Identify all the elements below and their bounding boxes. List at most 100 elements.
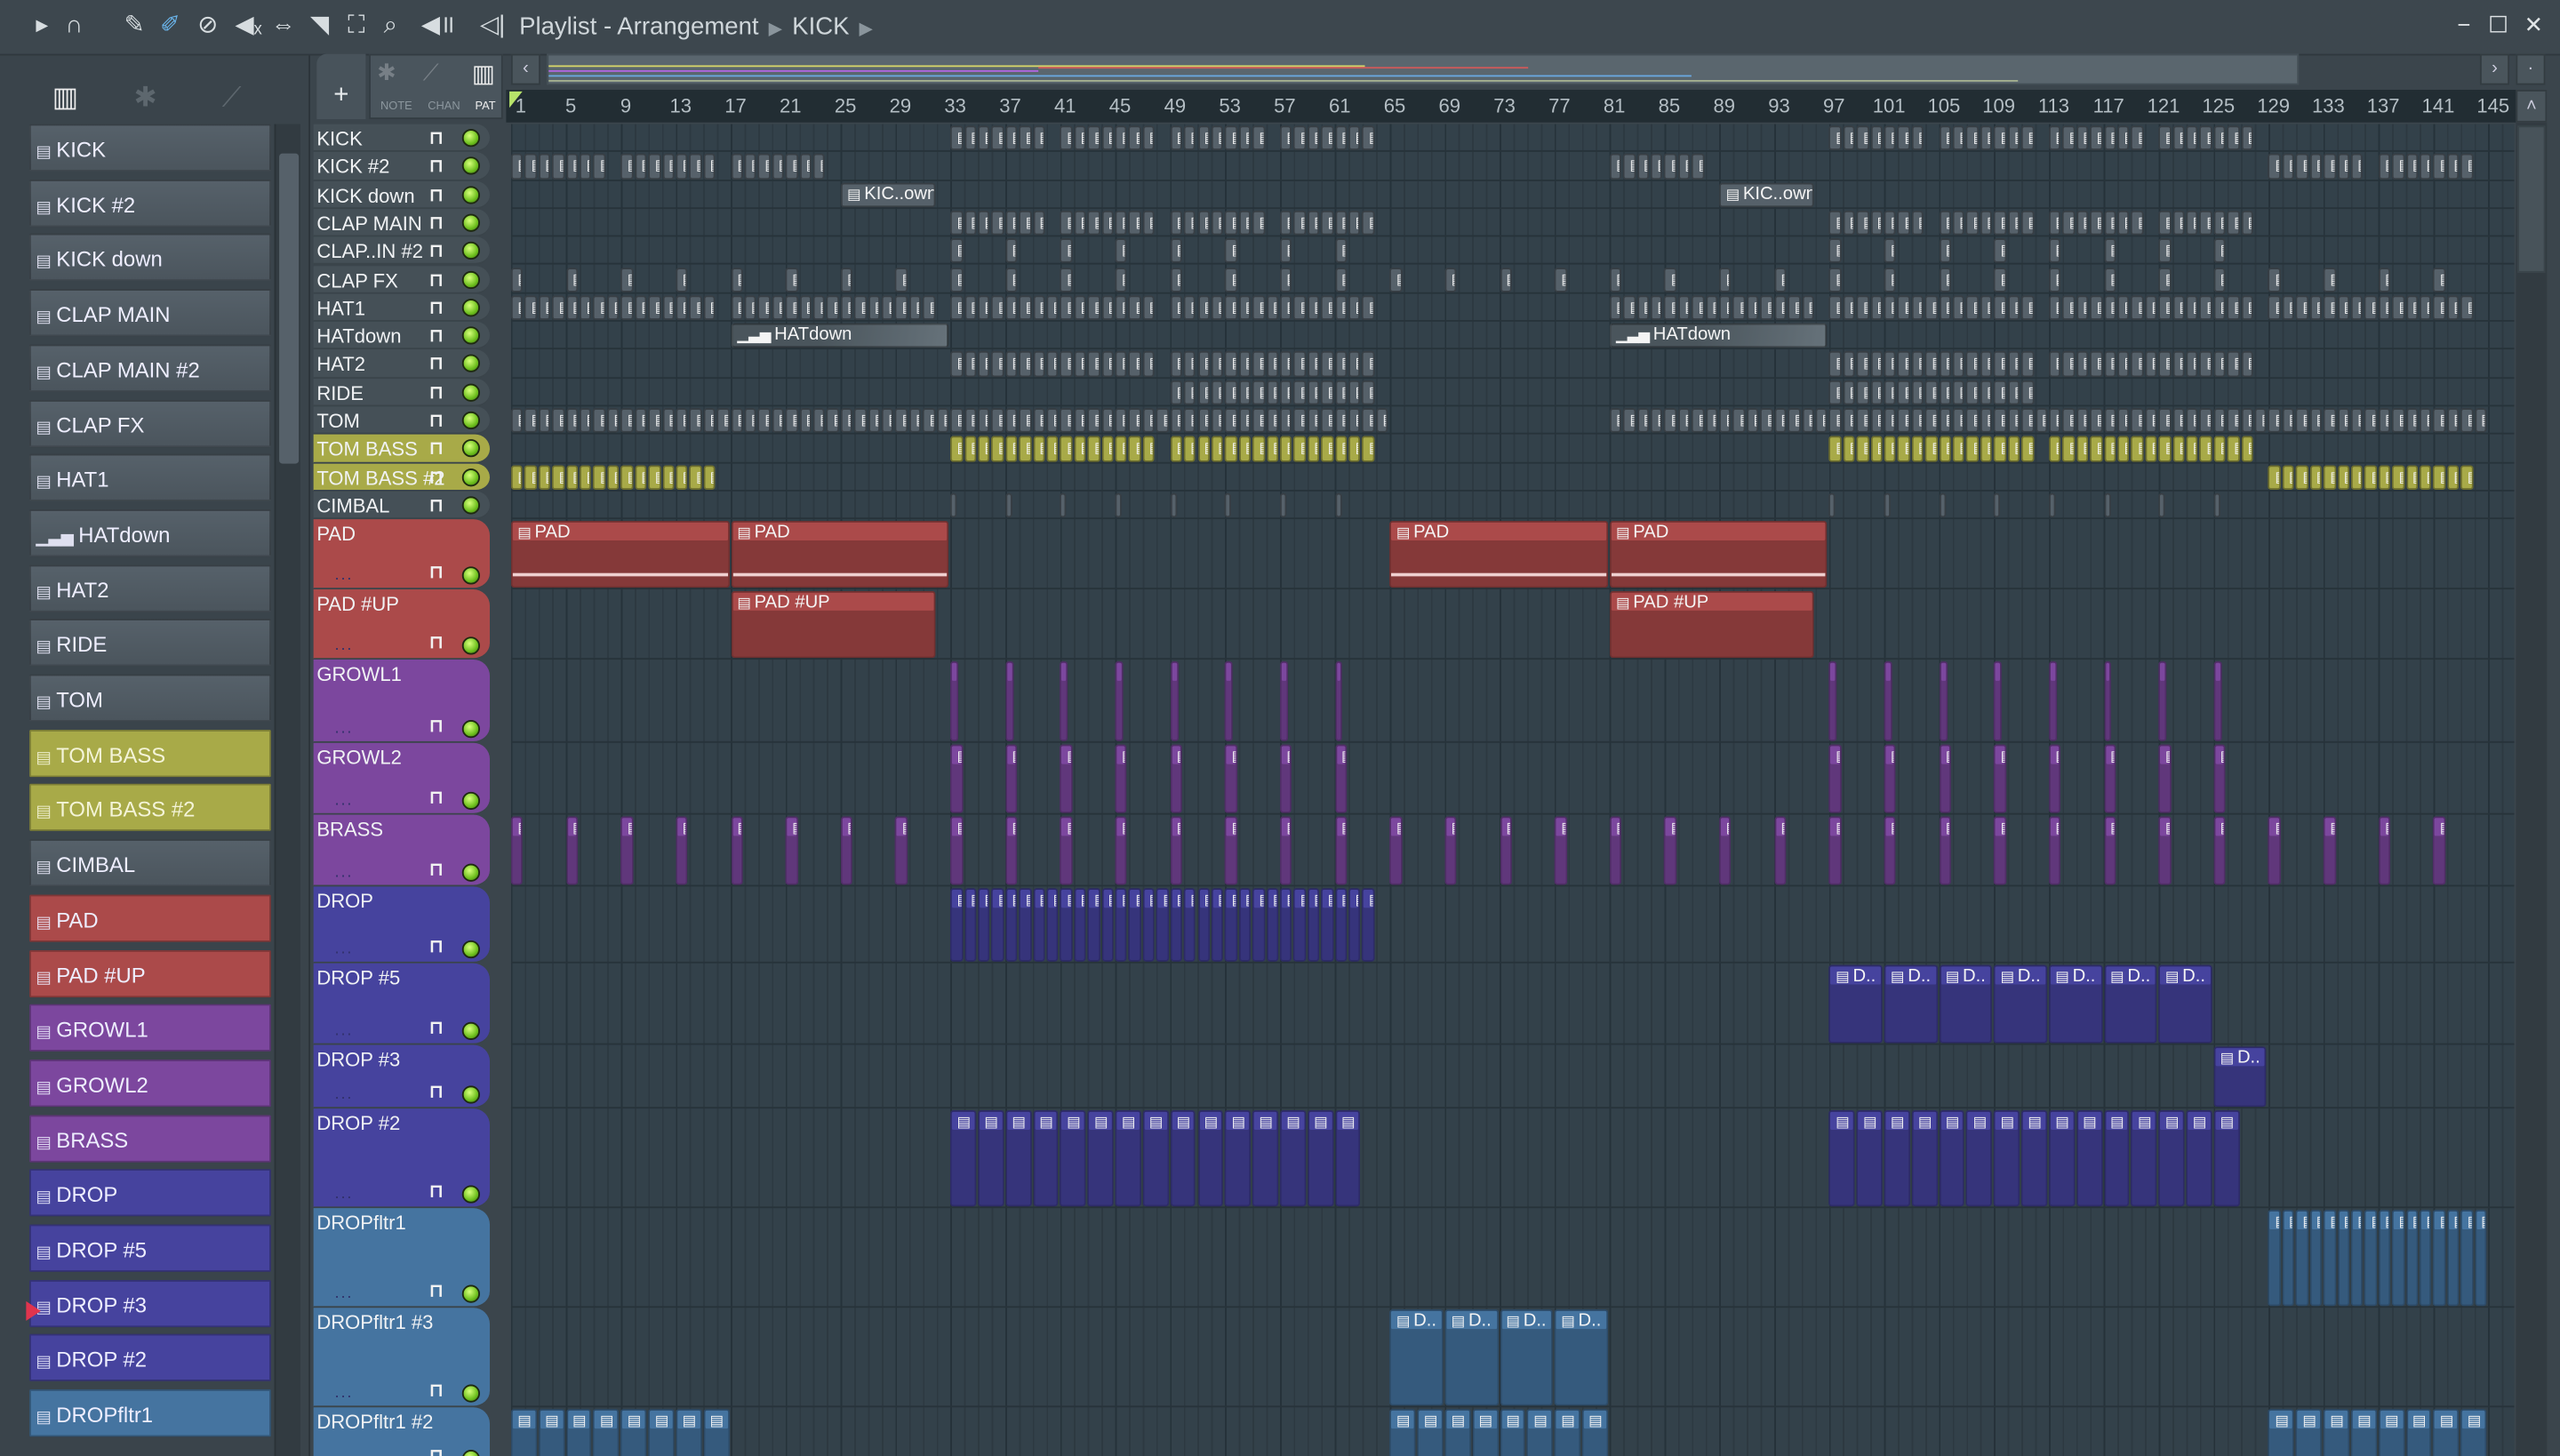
track-header[interactable]: CLAP MAIN ⊓ <box>313 208 491 237</box>
pattern-clip[interactable]: ▤ <box>593 154 606 180</box>
pattern-clip[interactable]: ▤ <box>1211 295 1224 321</box>
pattern-clip[interactable]: ▤ <box>1898 295 1910 321</box>
pattern-clip[interactable]: ▤ <box>2062 351 2075 377</box>
pattern-clip[interactable]: ▤ <box>1060 436 1073 462</box>
pattern-clip[interactable]: ▤ <box>1692 295 1704 321</box>
track-menu-dots[interactable]: ... <box>335 637 354 655</box>
pattern-clip[interactable]: ▤ <box>2158 238 2172 264</box>
pattern-clip[interactable]: ▤ <box>2282 464 2295 490</box>
pattern-clip[interactable]: ▤ <box>1032 436 1045 462</box>
pattern-clip[interactable]: ▤ <box>1183 436 1196 462</box>
pattern-clip[interactable]: ▤ <box>1334 267 1348 292</box>
pattern-clip[interactable]: ▤ <box>1170 816 1182 885</box>
pattern-clip[interactable]: ▤ <box>2241 210 2253 236</box>
pattern-clip[interactable]: ▤ <box>2021 408 2034 434</box>
pattern-clip[interactable]: ▤ <box>1142 295 1156 321</box>
pattern-clip[interactable]: ▤ <box>2241 125 2253 151</box>
lock-icon[interactable]: ⊓ <box>429 716 444 737</box>
pattern-clip[interactable]: ▤ <box>1252 1110 1279 1207</box>
track-menu-dots[interactable]: ... <box>335 1022 354 1040</box>
pattern-clip[interactable]: ▤ <box>1843 408 1855 434</box>
pattern-clip[interactable]: ▤ <box>2364 295 2377 321</box>
pattern-clip[interactable]: ▤ <box>2145 295 2157 321</box>
pattern-clip[interactable]: ▤ <box>2103 238 2116 264</box>
pattern-clip[interactable]: ▤ <box>1526 1409 1553 1456</box>
pattern-clip[interactable]: ▤ <box>1966 408 1979 434</box>
pattern-clip[interactable]: ▤ <box>565 295 579 321</box>
pattern-clip[interactable]: ▤ <box>1074 295 1086 321</box>
pattern-clip[interactable]: ▤ <box>661 154 675 180</box>
pattern-clip[interactable]: ▤ <box>1060 267 1073 292</box>
pattern-clip[interactable]: ▤ <box>1060 888 1073 963</box>
pattern-clip[interactable]: ▤ <box>2213 238 2226 264</box>
pattern-clip[interactable]: ▤ <box>1994 744 2006 814</box>
pattern-clip[interactable]: ▤ <box>1609 267 1622 292</box>
pattern-clip[interactable]: ▤ <box>1279 408 1292 434</box>
audio-wave-icon[interactable]: ✱ <box>134 82 157 115</box>
pattern-clip[interactable]: ▤ <box>1252 408 1265 434</box>
pattern-clip[interactable]: ▤ <box>978 295 990 321</box>
track-enable-led[interactable] <box>461 468 480 486</box>
pattern-clip[interactable]: ▤ <box>2323 408 2336 434</box>
pattern-item[interactable]: ▤ DROP #5 <box>29 1224 271 1272</box>
pattern-clip[interactable]: ▤ <box>2213 661 2222 742</box>
pattern-clip[interactable]: ▤ <box>2213 295 2226 321</box>
pattern-clip[interactable]: ▤ <box>1321 408 1333 434</box>
pattern-clip[interactable]: ▤ <box>1966 1110 1993 1207</box>
pattern-clip[interactable]: ▤ <box>1279 816 1292 885</box>
track-header[interactable]: CLAP..IN #2 ⊓ <box>313 236 491 266</box>
track-enable-led[interactable] <box>461 213 480 232</box>
pattern-clip[interactable]: ▤ <box>1898 125 1910 151</box>
track-header[interactable]: KICK #2 ⊓ <box>313 152 491 181</box>
pattern-clip[interactable]: ▤ <box>2405 154 2419 180</box>
pattern-clip[interactable]: ▤ <box>1032 1110 1059 1207</box>
pattern-clip[interactable]: ▤ <box>1650 295 1663 321</box>
pattern-clip[interactable]: ▤ <box>1362 210 1375 236</box>
pattern-clip[interactable]: ▤ <box>2186 408 2199 434</box>
pattern-clip[interactable]: ▤ D.. <box>2213 1046 2268 1108</box>
track-header[interactable]: BRASS ⊓... <box>313 814 491 887</box>
track-header[interactable]: TOM ⊓ <box>313 406 491 436</box>
pattern-clip[interactable]: ▤ <box>1884 408 1897 434</box>
pattern-clip[interactable]: ▤ <box>620 295 634 321</box>
pattern-clip[interactable]: ▤ <box>991 888 1004 963</box>
pattern-clip[interactable]: ▤ <box>2364 408 2377 434</box>
pattern-clip[interactable]: ▤ <box>1664 295 1677 321</box>
pattern-clip[interactable]: ▤ <box>1994 1110 2020 1207</box>
pattern-clip[interactable]: ▤ <box>978 1110 1004 1207</box>
pattern-clip[interactable]: ▤ <box>1238 436 1252 462</box>
pattern-clip[interactable]: ▤ <box>1004 238 1018 264</box>
pattern-clip[interactable]: ▤ <box>1828 267 1842 292</box>
pattern-clip[interactable]: ▤ <box>1884 125 1897 151</box>
pattern-clip[interactable]: ▤ <box>1060 351 1073 377</box>
pattern-clip[interactable]: ▤ <box>1279 888 1292 963</box>
pattern-clip[interactable]: ▤ <box>1856 210 1869 236</box>
pattern-clip[interactable]: ▤ <box>1650 154 1663 180</box>
pattern-clip[interactable]: ▤ <box>1115 408 1128 434</box>
pattern-clip[interactable]: ▤ <box>2405 1210 2419 1307</box>
pattern-clip[interactable]: ▤ <box>1348 408 1361 434</box>
pattern-clip[interactable]: ▤ <box>785 816 798 885</box>
pattern-clip[interactable]: ▤ <box>1211 380 1224 405</box>
pattern-clip[interactable]: ▤ <box>2460 1409 2487 1456</box>
pattern-clip[interactable]: ▤ <box>2241 351 2253 377</box>
pencil-icon[interactable]: ✎ <box>124 12 145 41</box>
pattern-clip[interactable]: ▤ <box>895 408 908 434</box>
pattern-clip[interactable]: ▤ <box>1004 267 1018 292</box>
pattern-clip[interactable]: ▤ <box>1225 888 1237 963</box>
pattern-clip[interactable]: ▤ <box>1238 210 1252 236</box>
pattern-clip[interactable]: ▤ <box>1197 408 1210 434</box>
pattern-clip[interactable]: ▤ <box>868 295 881 321</box>
pattern-clip[interactable]: ▤ <box>2213 351 2226 377</box>
lock-icon[interactable]: ⊓ <box>429 1018 444 1038</box>
lock-icon[interactable]: ⊓ <box>429 859 444 880</box>
pattern-clip[interactable]: ▤ <box>1924 295 1938 321</box>
pattern-clip[interactable]: ▤ <box>1980 408 1993 434</box>
pattern-clip[interactable]: ▤ <box>1705 295 1718 321</box>
pattern-list-scrollbar[interactable] <box>274 124 300 1456</box>
pattern-clip[interactable]: ▤ <box>1924 380 1938 405</box>
pattern-clip[interactable]: ▤ <box>2103 267 2116 292</box>
pattern-clip[interactable]: ▤ <box>1115 125 1128 151</box>
pattern-clip[interactable]: ▤ <box>2076 408 2089 434</box>
pattern-clip[interactable]: ▤ <box>689 408 702 434</box>
